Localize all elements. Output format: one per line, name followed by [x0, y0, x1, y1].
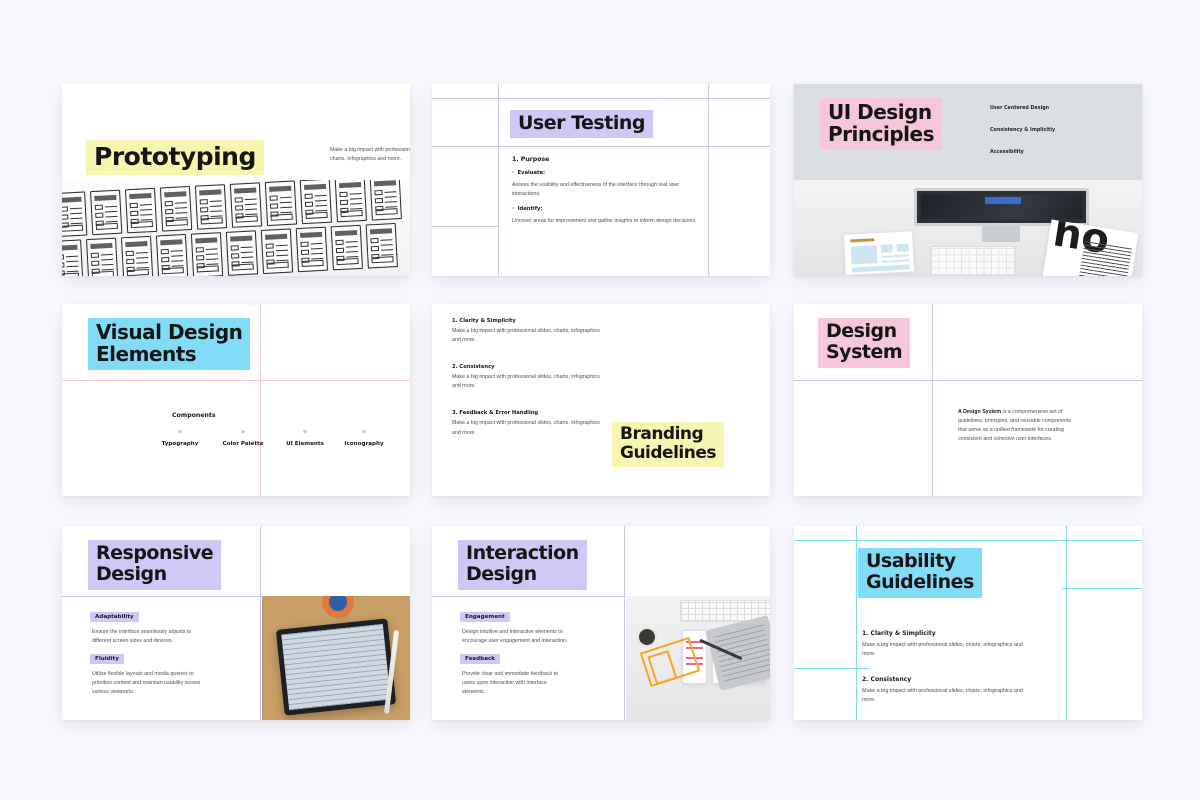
principle-item: User Centered Design	[990, 106, 1050, 111]
tag-text: Design intuitive and interactive element…	[462, 629, 568, 645]
guide-line-vertical	[260, 526, 261, 720]
slide-title: Interaction Design	[458, 540, 587, 590]
guide-line-horizontal	[432, 146, 770, 147]
guide-line-horizontal	[794, 540, 1142, 541]
slide-thumbnail-ui-design-principles[interactable]: ho UI Design Principles User Centered De…	[794, 84, 1142, 276]
coffee-cup	[636, 626, 658, 648]
tag-text: Provide clear and immediate feedback to …	[462, 671, 558, 696]
tape-roll	[322, 596, 354, 618]
list-item-heading: 1. Clarity & Simplicity	[452, 318, 516, 324]
paper-mockup	[842, 230, 916, 276]
slide-thumbnail-visual-design-elements[interactable]: Visual Design Elements Components Typogr…	[62, 304, 410, 496]
dot-marker-icon	[241, 430, 245, 434]
slide-subtitle: Make a big impact with professional slid…	[330, 147, 410, 163]
tablet-on-desk-image	[262, 596, 410, 720]
component-item: UI Elements	[276, 430, 334, 447]
list-item-text: Make a big impact with professional slid…	[862, 687, 1023, 703]
list-item-heading: 2. Consistency	[452, 364, 495, 371]
guide-line-vertical	[1066, 526, 1067, 720]
bullet-label: · Evaluate:	[512, 170, 546, 176]
slide-deck-board: Prototyping Make a big impact with profe…	[0, 0, 1200, 800]
components-label: Components	[172, 412, 216, 419]
tag-fluidity: Fluidity	[90, 654, 124, 664]
component-label: UI Elements	[286, 441, 324, 448]
guide-line-horizontal	[1062, 588, 1142, 589]
guide-line-vertical	[624, 526, 625, 720]
slide-title: Visual Design Elements	[88, 318, 251, 370]
principle-item: Accessibility	[990, 150, 1024, 155]
guide-line-vertical	[260, 304, 261, 496]
tag-engagement: Engagement	[460, 612, 510, 622]
bullet-text: Uncover areas for improvement and gather…	[512, 218, 697, 225]
slide-title: Branding Guidelines	[612, 422, 724, 468]
usability-list: 1. Clarity & Simplicity Make a big impac…	[862, 630, 1027, 720]
tag-feedback: Feedback	[460, 654, 501, 664]
desk-with-phone-mockups-image	[626, 596, 770, 720]
principle-item: Consistency & Implicitly	[990, 128, 1056, 133]
slide-thumbnail-prototyping[interactable]: Prototyping Make a big impact with profe…	[62, 84, 410, 276]
guide-line-vertical	[932, 304, 933, 496]
slide-thumbnail-responsive-design[interactable]: Responsive Design Adaptability Ensure th…	[62, 526, 410, 720]
list-item-text: Make a big impact with professional slid…	[452, 374, 600, 390]
imac-desk-workspace-image: ho	[794, 180, 1142, 276]
list-item-text: Make a big impact with professional slid…	[452, 328, 600, 344]
magazine: ho	[1041, 219, 1139, 276]
component-item: Iconography	[334, 430, 394, 447]
slide-thumbnail-user-testing[interactable]: User Testing 1. Purpose · Evaluate: Asse…	[432, 84, 770, 276]
tag-adaptability: Adaptability	[90, 612, 139, 622]
slide-title: Usability Guidelines	[858, 548, 982, 598]
paragraph-lead: A Design System	[958, 409, 1002, 415]
design-system-paragraph: A Design System is a comprehensive set o…	[958, 408, 1078, 444]
guide-line-horizontal	[794, 380, 1142, 381]
section-heading: 1. Purpose	[512, 156, 550, 163]
dot-marker-icon	[362, 430, 366, 434]
tablet-device	[275, 618, 397, 716]
bullet-text: Assess the usability and effectiveness o…	[512, 182, 680, 198]
slide-thumbnail-design-system[interactable]: Design System A Design System is a compr…	[794, 304, 1142, 496]
component-label: Typography	[161, 441, 199, 448]
guide-line-horizontal	[794, 668, 870, 669]
slide-title: User Testing	[510, 110, 653, 139]
list-item-heading: 3. Feedback & Error Handling	[452, 410, 539, 417]
tag-text: Ensure the interface seamlessly adjusts …	[92, 629, 192, 645]
dot-marker-icon	[303, 430, 307, 434]
guide-line-vertical	[856, 526, 857, 720]
tag-text: Utilize flexible layouts and media queri…	[92, 671, 201, 696]
branding-list: 1. Clarity & Simplicity Make a big impac…	[452, 318, 602, 457]
component-label: Iconography	[344, 441, 384, 448]
guide-line-vertical	[708, 84, 709, 276]
user-testing-content: 1. Purpose · Evaluate: Assess the usabil…	[512, 156, 702, 226]
slide-title: UI Design Principles	[820, 98, 942, 150]
list-item-heading: 2. Consistency	[862, 675, 912, 683]
guide-line-horizontal	[432, 98, 770, 99]
component-label: Color Palette	[222, 441, 264, 448]
slide-thumbnail-interaction-design[interactable]: Interaction Design Engagement Design int…	[432, 526, 770, 720]
slide-title: Responsive Design	[88, 540, 222, 590]
wireframe-sketches-image	[62, 180, 410, 276]
list-item-text: Make a big impact with professional slid…	[862, 642, 1023, 658]
component-item: Typography	[150, 430, 210, 447]
slide-title: Design System	[818, 318, 911, 368]
list-item-heading: 1. Clarity & Simplicity	[862, 630, 936, 637]
bullet-label: · Identify:	[512, 206, 543, 213]
list-item-text: Make a big impact with professional slid…	[452, 420, 600, 436]
component-item: Color Palette	[210, 430, 276, 447]
guide-line-horizontal	[62, 380, 410, 381]
dot-marker-icon	[178, 430, 182, 434]
slide-thumbnail-branding-guidelines[interactable]: 1. Clarity & Simplicity Make a big impac…	[432, 304, 770, 496]
monitor-stand	[982, 226, 1020, 242]
slide-thumbnail-usability-guidelines[interactable]: Usability Guidelines 1. Clarity & Simpli…	[794, 526, 1142, 720]
keyboard	[930, 246, 1016, 276]
guide-line-horizontal	[432, 226, 498, 227]
slide-title: Prototyping	[86, 140, 264, 175]
guide-line-vertical	[498, 84, 499, 276]
